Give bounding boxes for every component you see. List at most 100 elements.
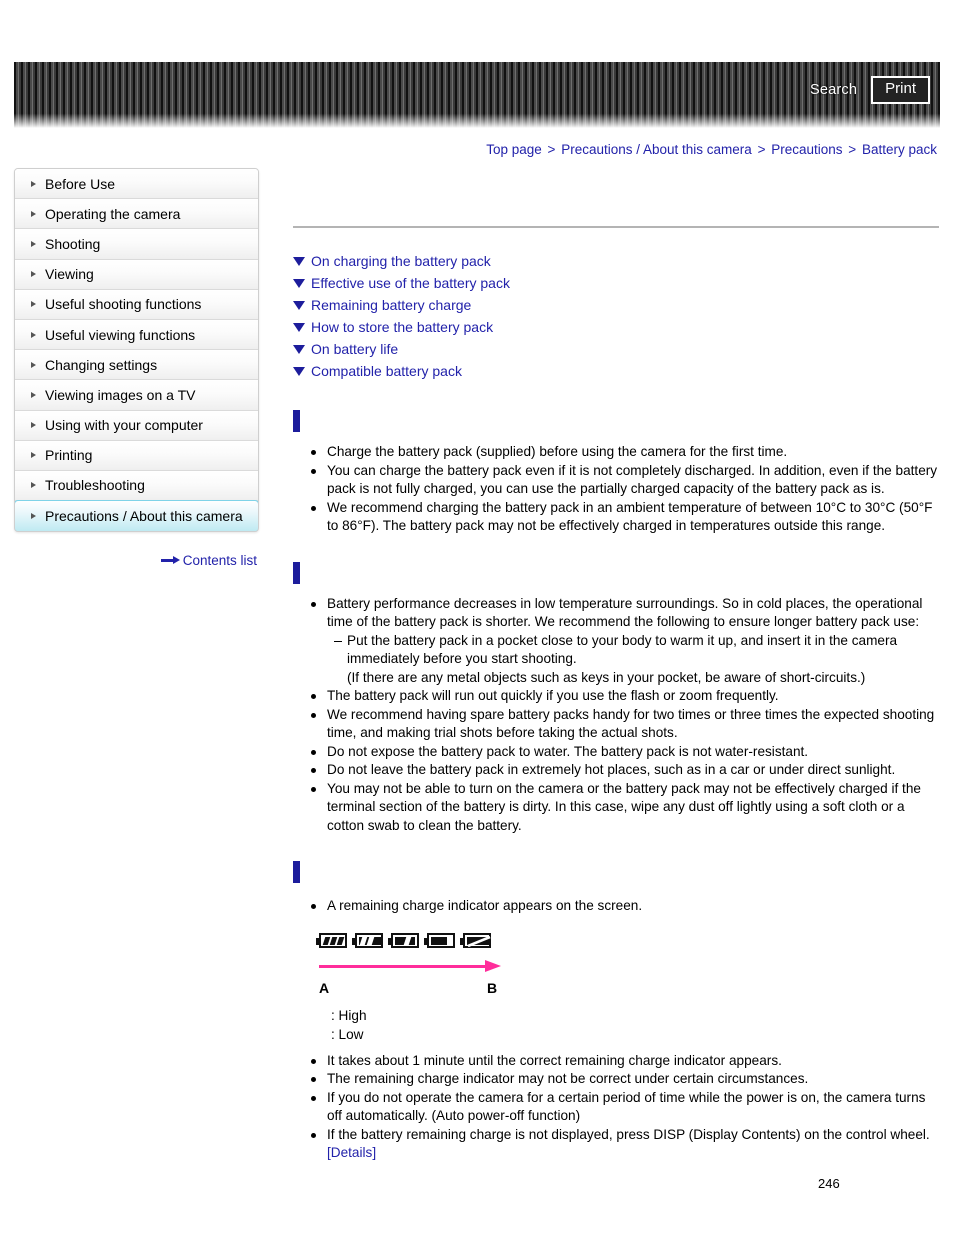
triangle-down-icon [293, 344, 305, 354]
contents-list-link[interactable]: Contents list [14, 553, 257, 568]
anchor-link-label: Compatible battery pack [311, 363, 462, 379]
list-item: If the battery remaining charge is not d… [311, 1126, 939, 1163]
anchor-link-label: On charging the battery pack [311, 253, 491, 269]
list-item: A remaining charge indicator appears on … [311, 897, 939, 916]
list-item: (If there are any metal objects such as … [347, 669, 866, 685]
sidebar-item-viewing-images-on-a-tv[interactable]: Viewing images on a TV [15, 380, 258, 411]
list-item: We recommend charging the battery pack i… [311, 499, 939, 536]
sidebar-item-useful-viewing-functions[interactable]: Useful viewing functions [15, 319, 258, 351]
section-accent-bar [293, 410, 300, 432]
site-header-banner: Search Print [14, 62, 940, 128]
anchor-link-on-battery-life[interactable]: On battery life [293, 338, 939, 360]
list-item: You may not be able to turn on the camer… [311, 780, 939, 836]
anchor-link-how-to-store-the-battery-pack[interactable]: How to store the battery pack [293, 316, 939, 338]
anchor-link-label: On battery life [311, 341, 399, 357]
search-link[interactable]: Search [810, 82, 857, 98]
chevron-right-icon [31, 422, 36, 429]
chevron-right-icon [31, 240, 36, 247]
breadcrumb-item-top-page[interactable]: Top page [486, 142, 542, 157]
chevron-right-icon [31, 180, 36, 187]
sidebar-item-printing[interactable]: Printing [15, 440, 258, 471]
battery-full-icon [316, 933, 347, 948]
breadcrumb-separator: > [547, 142, 556, 157]
triangle-down-icon [293, 278, 305, 288]
arrow-head [485, 959, 501, 972]
list-item: We recommend having spare battery packs … [311, 706, 939, 743]
sidebar-item-label: Before Use [45, 175, 116, 192]
list-item: It takes about 1 minute until the correc… [311, 1052, 939, 1071]
chevron-right-icon [31, 513, 36, 520]
sidebar-item-label: Changing settings [45, 356, 158, 373]
breadcrumb-item-precautions[interactable]: Precautions [771, 142, 842, 157]
list-item: Battery performance decreases in low tem… [311, 595, 939, 632]
page-number: 246 [818, 1176, 840, 1191]
chevron-right-icon [31, 331, 36, 338]
figure-markers: A B [319, 980, 529, 998]
sidebar-item-useful-shooting-functions[interactable]: Useful shooting functions [15, 289, 258, 320]
breadcrumb-item-precautions-about-this-camera[interactable]: Precautions / About this camera [561, 142, 752, 157]
page-title [293, 170, 939, 218]
list-item: Charge the battery pack (supplied) befor… [311, 443, 939, 462]
sidebar-item-troubleshooting[interactable]: Troubleshooting [15, 470, 258, 502]
section-remaining-battery-charge: A remaining charge indicator appears on … [293, 859, 939, 1163]
triangle-down-icon [293, 366, 305, 376]
header-actions: Search Print [810, 62, 930, 118]
section-heading [293, 859, 939, 885]
anchor-link-label: Remaining battery charge [311, 297, 472, 313]
battery-icon-row [316, 930, 529, 952]
breadcrumb-separator: > [757, 142, 766, 157]
anchor-link-remaining-battery-charge[interactable]: Remaining battery charge [293, 294, 939, 316]
sidebar-item-using-with-your-computer[interactable]: Using with your computer [15, 410, 258, 441]
sidebar-item-label: Printing [45, 447, 93, 464]
section-bullet-list: Battery performance decreases in low tem… [293, 595, 939, 836]
sidebar-item-label: Useful shooting functions [45, 296, 202, 313]
anchor-link-effective-use-of-the-battery-pack[interactable]: Effective use of the battery pack [293, 272, 939, 294]
battery-indicator-figure: A B : High : Low [316, 930, 529, 1044]
sidebar-item-label: Viewing [45, 266, 94, 283]
chevron-right-icon [31, 391, 36, 398]
battery-low-icon [424, 933, 455, 948]
chevron-right-icon [31, 361, 36, 368]
list-item-text: If the battery remaining charge is not d… [327, 1126, 930, 1142]
sidebar-item-label: Using with your computer [45, 417, 203, 434]
sidebar-item-label: Viewing images on a TV [45, 386, 196, 403]
arrow-shaft [319, 964, 487, 968]
chevron-right-icon [31, 452, 36, 459]
section-heading [293, 560, 939, 586]
anchor-link-compatible-battery-pack[interactable]: Compatible battery pack [293, 360, 939, 382]
battery-three-quarters-icon [352, 933, 383, 948]
list-item: Do not expose the battery pack to water.… [311, 743, 939, 762]
sidebar-item-shooting[interactable]: Shooting [15, 229, 258, 260]
breadcrumb: Top page > Precautions / About this came… [486, 142, 937, 157]
triangle-down-icon [293, 256, 305, 266]
marker-a-label: A [319, 979, 330, 996]
list-item: If you do not operate the camera for a c… [311, 1089, 939, 1126]
charge-direction-arrow [319, 959, 504, 973]
figure-legend: : High : Low [331, 1006, 529, 1044]
battery-half-icon [388, 933, 419, 948]
anchor-link-label: How to store the battery pack [311, 319, 494, 335]
legend-high: : High [331, 1007, 367, 1023]
marker-b-label: B [487, 979, 498, 996]
breadcrumb-item-battery-pack[interactable]: Battery pack [862, 142, 937, 157]
sidebar-item-before-use[interactable]: Before Use [15, 169, 258, 200]
battery-empty-icon [460, 933, 491, 948]
sidebar-item-operating-the-camera[interactable]: Operating the camera [15, 199, 258, 230]
anchor-link-on-charging-the-battery-pack[interactable]: On charging the battery pack [293, 250, 939, 272]
breadcrumb-separator: > [848, 142, 857, 157]
section-accent-bar [293, 861, 300, 883]
details-link[interactable]: [Details] [327, 1145, 376, 1160]
arrow-right-icon [160, 556, 181, 564]
sidebar-item-changing-settings[interactable]: Changing settings [15, 350, 258, 381]
triangle-down-icon [293, 322, 305, 332]
list-item: The battery pack will run out quickly if… [311, 687, 939, 706]
section-bullet-list: It takes about 1 minute until the correc… [293, 1052, 939, 1163]
sidebar-item-viewing[interactable]: Viewing [15, 259, 258, 290]
sidebar-item-label: Useful viewing functions [45, 326, 196, 343]
anchor-link-list: On charging the battery pack Effective u… [293, 250, 939, 382]
legend-low: : Low [331, 1026, 364, 1042]
sidebar-item-precautions-about-this-camera[interactable]: Precautions / About this camera [15, 500, 258, 532]
chevron-right-icon [31, 482, 36, 489]
print-button[interactable]: Print [871, 75, 930, 105]
chevron-right-icon [31, 271, 36, 278]
